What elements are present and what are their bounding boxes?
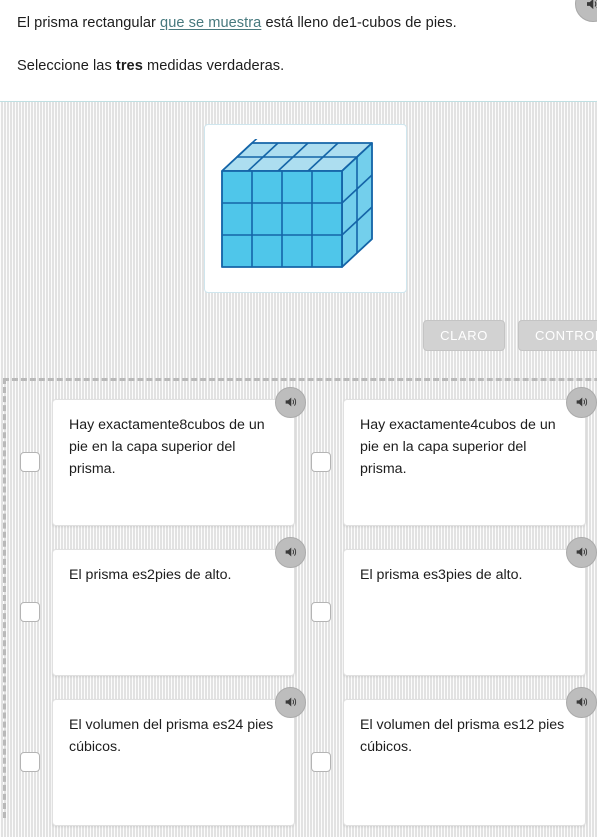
option-checkbox-1[interactable] [20, 452, 40, 472]
statement-text-after-link: está lleno de1-cubos de pies. [261, 15, 457, 31]
instruction-emphasis: tres [115, 58, 143, 74]
option-card-4[interactable]: El prisma es3pies de alto. [343, 536, 597, 676]
option-checkbox-2[interactable] [311, 452, 331, 472]
option-label-1: Hay exactamente8cubos de un pie en la ca… [69, 416, 265, 477]
question-statement: El prisma rectangular que se muestra est… [17, 13, 580, 33]
list-item: Hay exactamente4cubos de un pie en la ca… [297, 386, 597, 537]
question-prompt-card: El prisma rectangular que se muestra est… [0, 0, 597, 102]
option-card-2[interactable]: Hay exactamente4cubos de un pie en la ca… [343, 386, 597, 526]
clear-button[interactable]: CLARO [423, 320, 505, 351]
instruction-text-after-bold: medidas verdaderas. [142, 58, 285, 74]
option-card-5[interactable]: El volumen del prisma es24 pies cúbicos. [52, 686, 306, 826]
option-label-2: Hay exactamente4cubos de un pie en la ca… [360, 416, 556, 477]
option-label-4: El prisma es3pies de alto. [360, 566, 523, 583]
show-figure-link[interactable]: que se muestra [160, 15, 261, 31]
speaker-icon[interactable] [566, 386, 597, 418]
option-checkbox-5[interactable] [20, 752, 40, 772]
list-item: El prisma es3pies de alto. [297, 536, 597, 687]
rectangular-prism-svg [220, 138, 373, 268]
statement-text-before-link: El prisma rectangular [17, 15, 161, 31]
speaker-icon[interactable] [566, 536, 597, 568]
check-button[interactable]: CONTROLAR [517, 320, 597, 351]
speaker-icon[interactable] [566, 686, 597, 718]
option-label-3: El prisma es2pies de alto. [69, 566, 232, 583]
option-checkbox-6[interactable] [311, 752, 331, 772]
option-checkbox-3[interactable] [20, 602, 40, 622]
prism-figure-card [204, 124, 407, 293]
option-checkbox-4[interactable] [311, 602, 331, 622]
answer-options-grid: Hay exactamente8cubos de un pie en la ca… [6, 386, 597, 837]
instruction-text-before-bold: Seleccione las [17, 58, 116, 74]
list-item: El volumen del prisma es12 pies cúbicos. [297, 686, 597, 837]
option-label-5: El volumen del prisma es24 pies cúbicos. [69, 716, 274, 755]
list-item: El prisma es2pies de alto. [6, 536, 306, 687]
list-item: El volumen del prisma es24 pies cúbicos. [6, 686, 306, 837]
list-item: Hay exactamente8cubos de un pie en la ca… [6, 386, 306, 537]
answer-options-region: Hay exactamente8cubos de un pie en la ca… [3, 378, 597, 826]
option-card-1[interactable]: Hay exactamente8cubos de un pie en la ca… [52, 386, 306, 526]
option-label-6: El volumen del prisma es12 pies cúbicos. [360, 716, 565, 755]
option-card-6[interactable]: El volumen del prisma es12 pies cúbicos. [343, 686, 597, 826]
option-card-3[interactable]: El prisma es2pies de alto. [52, 536, 306, 676]
action-button-row: CLARO CONTROLAR [423, 320, 597, 351]
question-instruction: Seleccione las tres medidas verdaderas. [17, 56, 580, 76]
